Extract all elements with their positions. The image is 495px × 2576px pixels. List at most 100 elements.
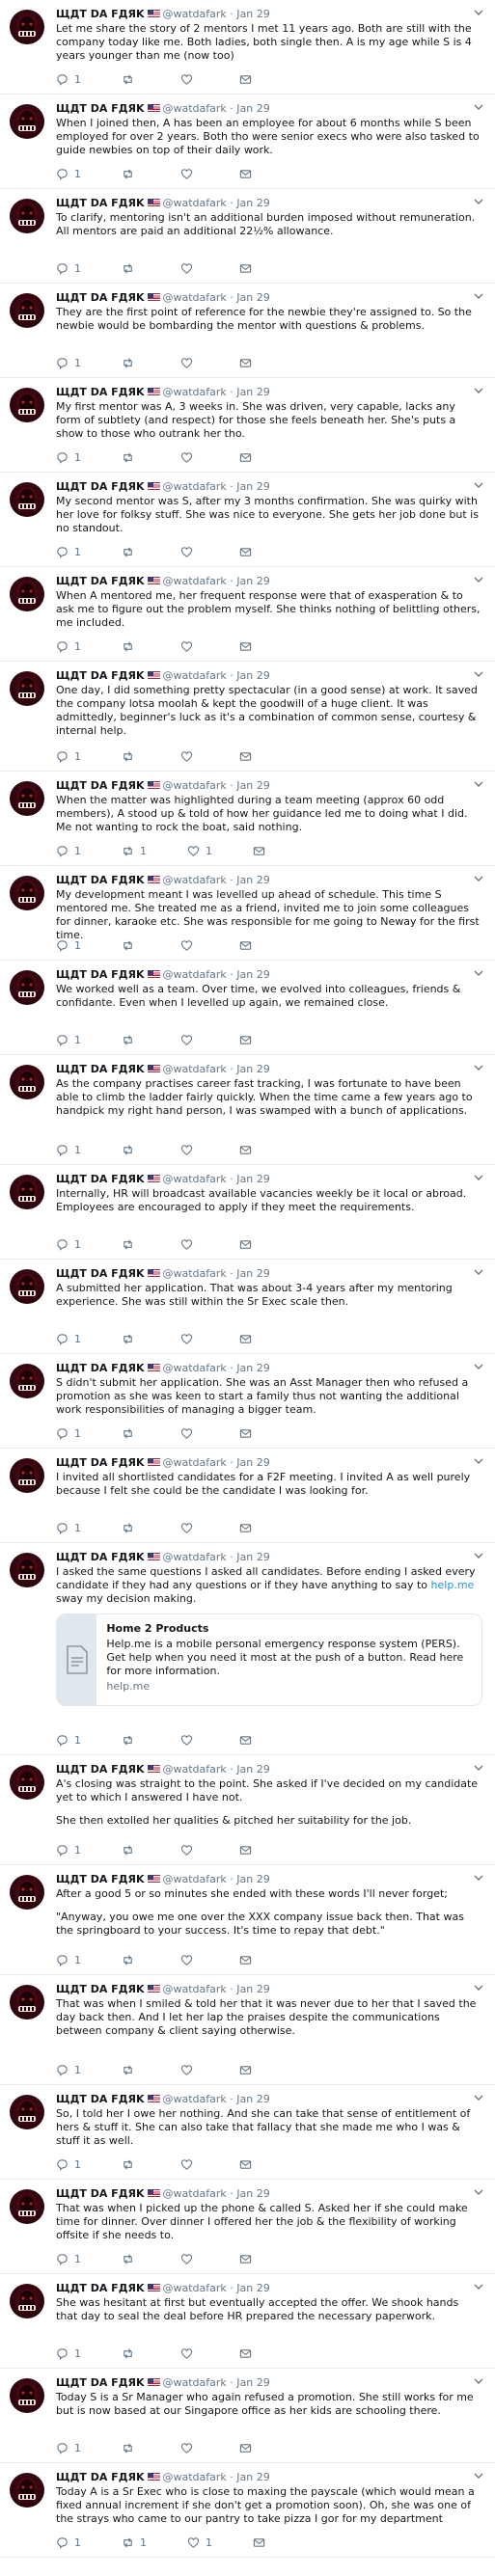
chevron-down-icon[interactable] <box>474 2187 483 2200</box>
tweet[interactable]: ЩДТ DA FДЯK @watdafark · Jan 29 After a g… <box>0 1865 495 1975</box>
dm-button[interactable] <box>239 1238 258 1251</box>
like-button[interactable]: 1 <box>187 845 212 857</box>
tweet-date[interactable]: Jan 29 <box>236 2093 269 2105</box>
like-button[interactable] <box>180 1734 199 1747</box>
like-button[interactable] <box>180 73 199 86</box>
dm-button[interactable] <box>239 1034 258 1046</box>
avatar[interactable] <box>10 1269 44 1304</box>
author-name[interactable]: ЩДТ DA FДЯK <box>56 2093 145 2105</box>
avatar[interactable] <box>10 2189 44 2224</box>
author-name[interactable]: ЩДТ DA FДЯK <box>56 197 145 209</box>
chevron-down-icon[interactable] <box>474 1063 483 1075</box>
tweet[interactable]: ЩДТ DA FДЯK @watdafark · Jan 29 When the … <box>0 772 495 866</box>
author-handle[interactable]: @watdafark <box>163 2282 227 2294</box>
retweet-button[interactable] <box>122 1034 140 1046</box>
reply-button[interactable]: 1 <box>56 2064 81 2076</box>
author-handle[interactable]: @watdafark <box>163 102 227 115</box>
author-name[interactable]: ЩДТ DA FДЯK <box>56 1456 145 1469</box>
avatar[interactable] <box>10 876 44 910</box>
chevron-down-icon[interactable] <box>474 1763 483 1776</box>
tweet-date[interactable]: Jan 29 <box>236 1456 269 1469</box>
retweet-button[interactable] <box>122 939 140 952</box>
tweet-date[interactable]: Jan 29 <box>236 1551 269 1563</box>
avatar[interactable] <box>10 10 44 44</box>
tweet[interactable]: ЩДТ DA FДЯK @watdafark · Jan 29 A's closi… <box>0 1755 495 1865</box>
chevron-down-icon[interactable] <box>474 669 483 682</box>
author-handle[interactable]: @watdafark <box>163 2093 227 2105</box>
like-button[interactable] <box>180 1954 199 1966</box>
dm-button[interactable] <box>239 750 258 763</box>
author-handle[interactable]: @watdafark <box>163 197 227 209</box>
tweet[interactable]: ЩДТ DA FДЯK @watdafark · Jan 29 One day, … <box>0 662 495 772</box>
dm-button[interactable] <box>239 2158 258 2171</box>
avatar[interactable] <box>10 104 44 139</box>
like-button[interactable] <box>180 2442 199 2454</box>
dm-button[interactable] <box>239 73 258 86</box>
dm-button[interactable] <box>253 2536 271 2549</box>
like-button[interactable] <box>180 546 199 558</box>
avatar[interactable] <box>10 199 44 233</box>
tweet-date[interactable]: Jan 29 <box>236 2376 269 2389</box>
chevron-down-icon[interactable] <box>474 386 483 398</box>
chevron-down-icon[interactable] <box>474 2471 483 2483</box>
retweet-button[interactable] <box>122 1238 140 1251</box>
tweet-date[interactable]: Jan 29 <box>236 8 269 20</box>
tweet-date[interactable]: Jan 29 <box>236 1063 269 1075</box>
author-name[interactable]: ЩДТ DA FДЯK <box>56 779 145 792</box>
tweet[interactable]: ЩДТ DA FДЯK @watdafark · Jan 29 My second… <box>0 473 495 567</box>
avatar[interactable] <box>10 388 44 422</box>
reply-button[interactable]: 1 <box>56 1522 81 1534</box>
retweet-button[interactable] <box>122 2253 140 2265</box>
chevron-down-icon[interactable] <box>474 1267 483 1280</box>
author-handle[interactable]: @watdafark <box>163 779 227 792</box>
retweet-button[interactable] <box>122 750 140 763</box>
author-name[interactable]: ЩДТ DA FДЯK <box>56 1063 145 1075</box>
tweet-date[interactable]: Jan 29 <box>236 575 269 587</box>
avatar[interactable] <box>10 1985 44 2020</box>
chevron-down-icon[interactable] <box>474 779 483 792</box>
reply-button[interactable]: 1 <box>56 1238 81 1251</box>
dm-button[interactable] <box>239 2442 258 2454</box>
avatar[interactable] <box>10 970 44 1005</box>
tweet[interactable]: ЩДТ DA FДЯK @watdafark · Jan 29 That was … <box>0 1975 495 2085</box>
retweet-button[interactable] <box>122 357 140 369</box>
tweet[interactable]: ЩДТ DA FДЯK @watdafark · Jan 29 My develo… <box>0 866 495 961</box>
author-name[interactable]: ЩДТ DA FДЯK <box>56 291 145 304</box>
reply-button[interactable]: 1 <box>56 1034 81 1046</box>
avatar[interactable] <box>10 1553 44 1587</box>
like-button[interactable] <box>180 2347 199 2360</box>
avatar[interactable] <box>10 2473 44 2508</box>
tweet[interactable]: ЩДТ DA FДЯK @watdafark · Jan 29 I asked t… <box>0 1543 495 1755</box>
tweet[interactable]: ЩДТ DA FДЯK @watdafark · Jan 29 To clarif… <box>0 189 495 284</box>
dm-button[interactable] <box>239 1844 258 1857</box>
chevron-down-icon[interactable] <box>474 102 483 115</box>
retweet-button[interactable]: 1 <box>122 2536 147 2549</box>
reply-button[interactable]: 1 <box>56 2253 81 2265</box>
dm-button[interactable] <box>253 845 271 857</box>
author-handle[interactable]: @watdafark <box>163 1456 227 1469</box>
avatar[interactable] <box>10 1364 44 1398</box>
reply-button[interactable]: 1 <box>56 845 81 857</box>
tweet-date[interactable]: Jan 29 <box>236 669 269 682</box>
reply-button[interactable]: 1 <box>56 640 81 653</box>
chevron-down-icon[interactable] <box>474 1362 483 1374</box>
avatar[interactable] <box>10 577 44 611</box>
avatar[interactable] <box>10 1765 44 1800</box>
tweet-date[interactable]: Jan 29 <box>236 779 269 792</box>
author-handle[interactable]: @watdafark <box>163 480 227 493</box>
tweet[interactable]: ЩДТ DA FДЯK @watdafark · Jan 29 I invited… <box>0 1449 495 1543</box>
like-button[interactable] <box>180 262 199 275</box>
dm-button[interactable] <box>239 262 258 275</box>
dm-button[interactable] <box>239 2347 258 2360</box>
avatar[interactable] <box>10 1458 44 1493</box>
tweet[interactable]: ЩДТ DA FДЯK @watdafark · Jan 29 So, I tol… <box>0 2085 495 2180</box>
like-button[interactable] <box>180 1144 199 1156</box>
tweet[interactable]: ЩДТ DA FДЯK @watdafark · Jan 29 Internall… <box>0 1165 495 1260</box>
author-handle[interactable]: @watdafark <box>163 8 227 20</box>
author-name[interactable]: ЩДТ DA FДЯK <box>56 874 145 886</box>
chevron-down-icon[interactable] <box>474 1873 483 1885</box>
like-button[interactable] <box>180 750 199 763</box>
retweet-button[interactable] <box>122 2442 140 2454</box>
author-handle[interactable]: @watdafark <box>163 386 227 398</box>
avatar[interactable] <box>10 781 44 816</box>
